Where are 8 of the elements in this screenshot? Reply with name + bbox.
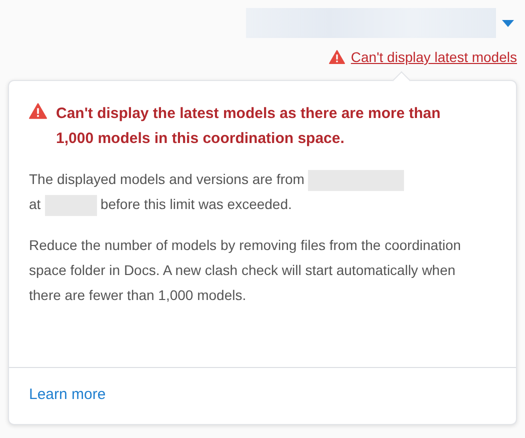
info-paragraph: Reduce the number of models by removing files from the coordination space folder in Docs. A new clash check will start automatically when there are fewer than 1,000 models. (29, 236, 462, 305)
warning-icon (29, 103, 47, 119)
info-paragraph: The displayed models and versions are from at before this limit was exceeded. (29, 167, 464, 217)
error-title: Can't display the latest models as there are more than 1,000 models in this coordination space. (56, 104, 442, 149)
learn-more-link[interactable]: Learn more (29, 386, 106, 403)
warning-icon (328, 50, 345, 64)
warning-link[interactable]: Can't display latest models (350, 49, 517, 65)
caret-icon[interactable] (502, 20, 514, 26)
